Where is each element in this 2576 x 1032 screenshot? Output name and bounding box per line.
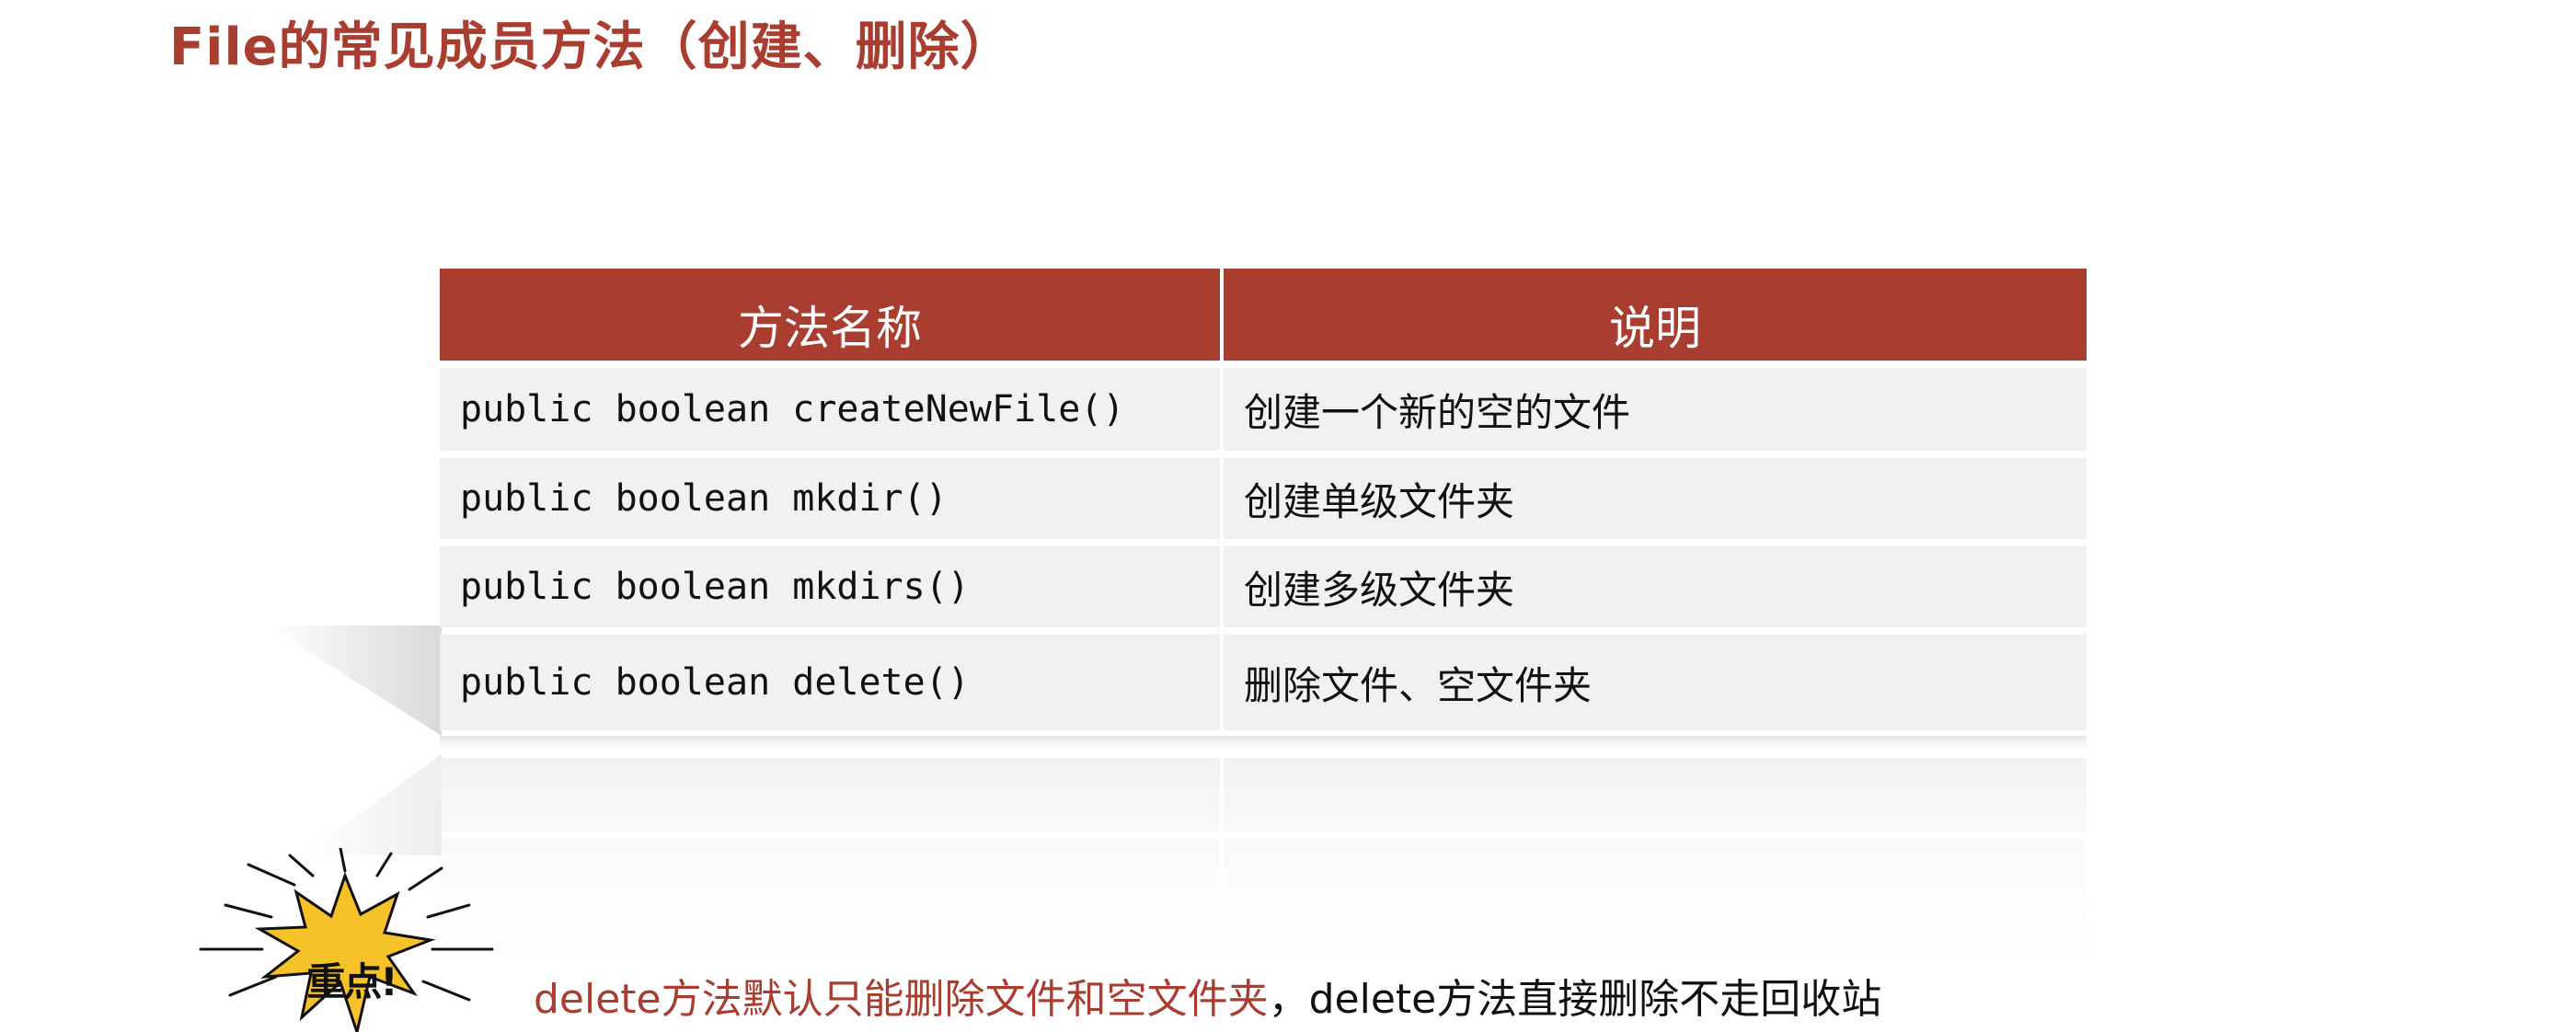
table-reflection-row [440,758,2087,831]
description-cell: 创建一个新的空的文件 [1224,368,2087,451]
methods-table: 方法名称 说明 public boolean createNewFile() 创… [440,269,2087,966]
method-cell: public boolean createNewFile() [440,368,1220,451]
note-highlight: delete方法默认只能删除文件和空文件夹 [534,976,1269,1023]
table-reflection-row [440,839,2087,903]
description-cell: 创建多级文件夹 [1224,546,2087,627]
table-reflection-row [440,911,2087,966]
header-description: 说明 [1224,269,2087,361]
table-shadow-left [267,625,442,736]
header-method-name: 方法名称 [440,269,1220,361]
description-cell: 删除文件、空文件夹 [1224,635,2087,730]
note-separator: ， [1268,976,1309,1023]
method-cell: public boolean mkdirs() [440,546,1220,627]
method-cell: public boolean delete() [440,635,1220,730]
key-point-badge: 重点! [193,848,497,1032]
table-reflection-shadow [304,754,442,855]
table-header-row: 方法名称 说明 [440,269,2087,361]
slide-title: File的常见成员方法（创建、删除） [169,17,1013,77]
note-text: delete方法默认只能删除文件和空文件夹，delete方法直接删除不走回收站 [534,966,1881,1025]
description-cell: 创建单级文件夹 [1224,458,2087,539]
table-drop-shadow [440,736,2087,749]
method-cell: public boolean mkdir() [440,458,1220,539]
note-rest: delete方法直接删除不走回收站 [1308,976,1882,1023]
table-row: public boolean mkdirs() 创建多级文件夹 [440,546,2087,627]
table-row: public boolean mkdir() 创建单级文件夹 [440,458,2087,539]
table-row: public boolean delete() 删除文件、空文件夹 [440,635,2087,730]
badge-label: 重点! [306,959,397,1004]
table-row: public boolean createNewFile() 创建一个新的空的文… [440,368,2087,451]
